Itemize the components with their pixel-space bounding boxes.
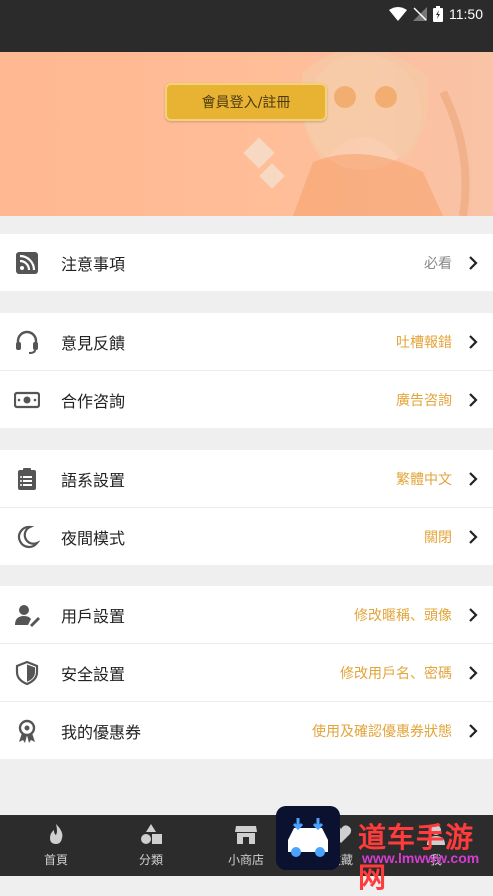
headset-icon (16, 330, 38, 354)
chevron-right-icon (469, 530, 478, 544)
row-value: 關閉 (424, 529, 452, 546)
row-label: 安全設置 (61, 664, 126, 684)
watermark-overlay: 道车手游网 www.lmwww.com (276, 806, 493, 894)
user-edit-icon (15, 605, 40, 627)
rss-icon (16, 252, 38, 274)
tab-category[interactable]: 分類 (102, 815, 200, 876)
flame-icon (50, 824, 63, 844)
shield-icon (15, 660, 39, 686)
chevron-right-icon (469, 608, 478, 622)
row-value: 吐槽報錯 (396, 334, 452, 351)
row-label: 語系設置 (61, 470, 126, 490)
tab-label: 分類 (138, 853, 163, 867)
row-value: 廣告咨詢 (396, 392, 452, 409)
row-security-settings[interactable]: 安全設置 修改用戶名、密碼 (0, 644, 493, 702)
character-illustration (243, 52, 470, 216)
row-label: 用戶設置 (61, 606, 126, 626)
row-user-settings[interactable]: 用戶設置 修改暱稱、頭像 (0, 586, 493, 644)
shapes-icon (141, 824, 162, 844)
row-label: 意見反饋 (61, 333, 126, 353)
row-label: 夜間模式 (61, 528, 126, 548)
row-notice[interactable]: 注意事項 必看 (0, 234, 493, 291)
status-bar: 11:50 (0, 0, 493, 52)
row-feedback[interactable]: 意見反饋 吐槽報錯 (0, 313, 493, 371)
money-icon (14, 391, 40, 409)
moon-icon (17, 525, 40, 548)
wifi-icon (389, 7, 407, 21)
row-value: 繁體中文 (396, 471, 452, 488)
award-ribbon-icon (18, 719, 36, 743)
clipboard-list-icon (18, 468, 36, 490)
chevron-right-icon (469, 393, 478, 407)
row-language[interactable]: 語系設置 繁體中文 (0, 450, 493, 508)
battery-charging-icon (433, 6, 443, 22)
row-coupons[interactable]: 我的優惠券 使用及確認優惠券狀態 (0, 702, 493, 759)
tab-home[interactable]: 首頁 (7, 815, 105, 876)
settings-group-preferences: 語系設置 繁體中文 夜間模式 關閉 (0, 450, 493, 565)
status-time: 11:50 (449, 6, 483, 22)
row-label: 合作咨詢 (61, 391, 126, 411)
shop-icon (235, 826, 257, 844)
watermark-url: www.lmwww.com (362, 850, 480, 866)
chevron-right-icon (469, 666, 478, 680)
settings-group-notice: 注意事項 必看 (0, 234, 493, 291)
tab-label: 首頁 (43, 853, 68, 867)
settings-group-feedback: 意見反饋 吐槽報錯 合作咨詢 廣告咨詢 (0, 313, 493, 428)
profile-banner: 會員登入/註冊 (0, 52, 493, 216)
row-value: 修改用戶名、密碼 (340, 665, 452, 682)
row-label: 我的優惠券 (61, 722, 142, 742)
row-value: 使用及確認優惠券狀態 (312, 723, 452, 740)
chevron-right-icon (469, 724, 478, 738)
status-icons: 11:50 (389, 6, 483, 22)
row-night-mode[interactable]: 夜間模式 關閉 (0, 508, 493, 565)
row-value: 必看 (424, 255, 452, 272)
chevron-right-icon (469, 472, 478, 486)
chevron-right-icon (469, 335, 478, 349)
login-register-button[interactable]: 會員登入/註冊 (165, 83, 327, 121)
chevron-right-icon (469, 256, 478, 270)
row-value: 修改暱稱、頭像 (354, 607, 452, 624)
settings-group-account: 用戶設置 修改暱稱、頭像 安全設置 修改用戶名、密碼 我的優惠券 使用及確認優惠… (0, 586, 493, 759)
car-logo-icon (276, 806, 340, 870)
row-label: 注意事項 (61, 254, 126, 274)
row-cooperation[interactable]: 合作咨詢 廣告咨詢 (0, 371, 493, 428)
no-signal-icon (413, 7, 427, 21)
